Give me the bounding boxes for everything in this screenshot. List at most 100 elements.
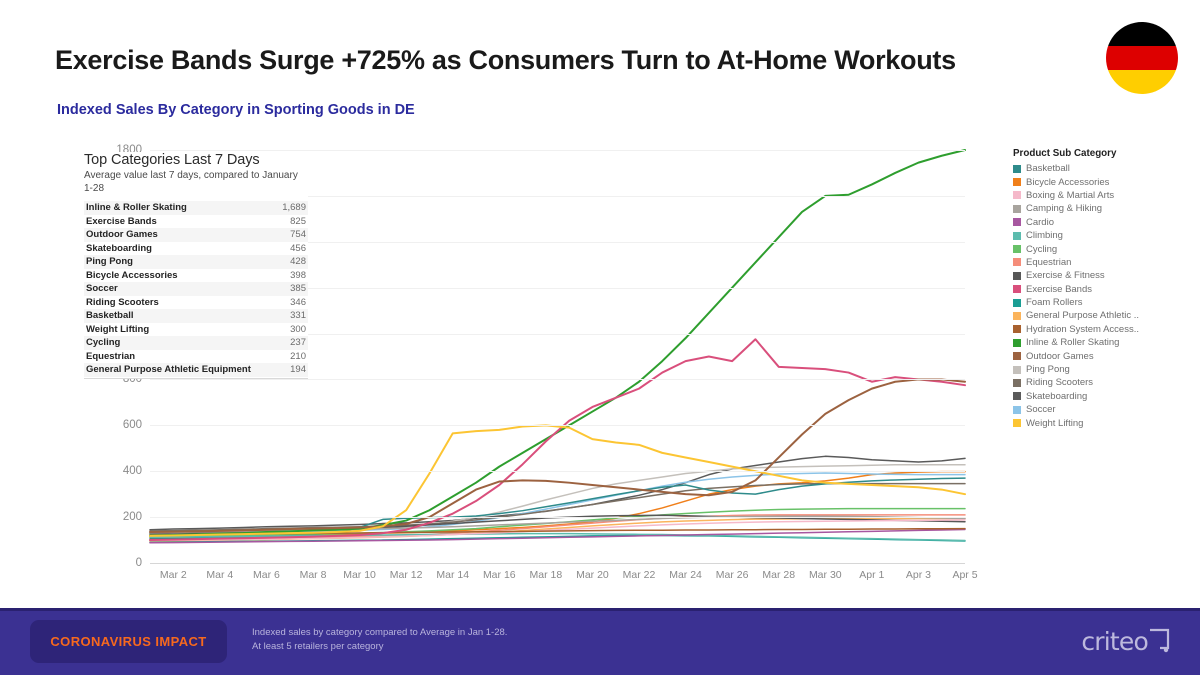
legend-item-label: Bicycle Accessories (1026, 177, 1109, 188)
legend-item[interactable]: Bicycle Accessories (1013, 175, 1198, 188)
table-row: Weight Lifting300 (84, 323, 308, 337)
legend-item[interactable]: Basketball (1013, 162, 1198, 175)
category-name: Inline & Roller Skating (84, 201, 276, 215)
legend-color-swatch (1013, 379, 1021, 387)
y-axis-tick-label: 200 (123, 511, 142, 523)
legend-color-swatch (1013, 366, 1021, 374)
table-row: Cycling237 (84, 336, 308, 350)
x-axis-tick-label: Mar 2 (160, 569, 187, 581)
legend-item-label: Riding Scooters (1026, 377, 1093, 388)
table-bottom-rule (84, 378, 308, 379)
legend-item-label: Skateboarding (1026, 391, 1087, 402)
legend-item[interactable]: Cardio (1013, 216, 1198, 229)
legend-item[interactable]: Climbing (1013, 229, 1198, 242)
y-axis-tick-label: 0 (136, 557, 142, 569)
category-name: Bicycle Accessories (84, 269, 276, 283)
legend-item-label: Foam Rollers (1026, 297, 1083, 308)
gridline (150, 471, 965, 472)
category-value: 210 (276, 350, 308, 364)
legend-item[interactable]: Exercise & Fitness (1013, 269, 1198, 282)
category-name: Outdoor Games (84, 228, 276, 242)
table-row: Bicycle Accessories398 (84, 269, 308, 283)
category-name: Equestrian (84, 350, 276, 364)
category-name: Basketball (84, 309, 276, 323)
y-axis-tick-label: 400 (123, 465, 142, 477)
legend-item[interactable]: Cycling (1013, 242, 1198, 255)
legend: Product Sub Category BasketballBicycle A… (1013, 148, 1198, 430)
footer-top-rule (0, 608, 1200, 611)
category-name: Soccer (84, 282, 276, 296)
category-value: 1,689 (276, 201, 308, 215)
legend-item-label: Exercise & Fitness (1026, 270, 1105, 281)
coronavirus-impact-label: CORONAVIRUS IMPACT (50, 634, 206, 649)
category-value: 300 (276, 323, 308, 337)
page-title: Exercise Bands Surge +725% as Consumers … (55, 45, 956, 76)
legend-color-swatch (1013, 339, 1021, 347)
footer-note: Indexed sales by category compared to Av… (252, 626, 507, 655)
legend-item[interactable]: Riding Scooters (1013, 376, 1198, 389)
coronavirus-impact-badge: CORONAVIRUS IMPACT (30, 620, 227, 663)
category-value: 385 (276, 282, 308, 296)
category-value: 456 (276, 242, 308, 256)
category-name: Weight Lifting (84, 323, 276, 337)
legend-item[interactable]: Inline & Roller Skating (1013, 336, 1198, 349)
x-axis-tick-label: Mar 30 (809, 569, 842, 581)
criteo-bracket-icon (1148, 628, 1170, 654)
footer-note-line-1: Indexed sales by category compared to Av… (252, 626, 507, 640)
category-name: Ping Pong (84, 255, 276, 269)
legend-item-label: Outdoor Games (1026, 351, 1094, 362)
legend-item[interactable]: Foam Rollers (1013, 296, 1198, 309)
category-name: Riding Scooters (84, 296, 276, 310)
legend-item[interactable]: Outdoor Games (1013, 349, 1198, 362)
legend-item[interactable]: General Purpose Athletic .. (1013, 309, 1198, 322)
x-axis-line (150, 563, 965, 564)
legend-item-label: Camping & Hiking (1026, 203, 1102, 214)
legend-item-label: Inline & Roller Skating (1026, 337, 1119, 348)
category-value: 194 (276, 363, 308, 377)
gridline (150, 150, 965, 151)
category-name: Exercise Bands (84, 215, 276, 229)
legend-color-swatch (1013, 325, 1021, 333)
legend-color-swatch (1013, 406, 1021, 414)
germany-flag-icon (1106, 22, 1178, 94)
footer-note-line-2: At least 5 retailers per category (252, 640, 507, 654)
table-row: Soccer385 (84, 282, 308, 296)
top-categories-card: Top Categories Last 7 Days Average value… (84, 152, 308, 379)
table-row: Skateboarding456 (84, 242, 308, 256)
legend-color-swatch (1013, 165, 1021, 173)
legend-item[interactable]: Exercise Bands (1013, 283, 1198, 296)
legend-item-label: Weight Lifting (1026, 418, 1083, 429)
x-axis-tick-label: Mar 22 (623, 569, 656, 581)
flag-band-gold (1106, 70, 1178, 94)
legend-color-swatch (1013, 258, 1021, 266)
legend-item[interactable]: Soccer (1013, 403, 1198, 416)
table-row: Riding Scooters346 (84, 296, 308, 310)
table-row: Exercise Bands825 (84, 215, 308, 229)
legend-item[interactable]: Boxing & Martial Arts (1013, 189, 1198, 202)
category-value: 754 (276, 228, 308, 242)
page-subtitle: Indexed Sales By Category in Sporting Go… (57, 102, 415, 118)
legend-item[interactable]: Hydration System Access.. (1013, 323, 1198, 336)
legend-item[interactable]: Weight Lifting (1013, 416, 1198, 429)
legend-item-label: Ping Pong (1026, 364, 1070, 375)
top-categories-title: Top Categories Last 7 Days (84, 152, 308, 168)
legend-item[interactable]: Camping & Hiking (1013, 202, 1198, 215)
category-name: Skateboarding (84, 242, 276, 256)
table-row: Ping Pong428 (84, 255, 308, 269)
category-value: 825 (276, 215, 308, 229)
flag-band-red (1106, 46, 1178, 70)
legend-item[interactable]: Ping Pong (1013, 363, 1198, 376)
x-axis-tick-label: Apr 5 (952, 569, 977, 581)
legend-color-swatch (1013, 272, 1021, 280)
x-axis-tick-label: Mar 24 (669, 569, 702, 581)
x-axis-tick-label: Mar 20 (576, 569, 609, 581)
legend-item[interactable]: Skateboarding (1013, 390, 1198, 403)
gridline (150, 379, 965, 380)
y-axis-tick-label: 600 (123, 419, 142, 431)
legend-item[interactable]: Equestrian (1013, 256, 1198, 269)
legend-color-swatch (1013, 205, 1021, 213)
x-axis-tick-label: Mar 28 (762, 569, 795, 581)
criteo-wordmark: criteo (1081, 629, 1148, 654)
x-axis-tick-label: Apr 1 (859, 569, 884, 581)
category-value: 346 (276, 296, 308, 310)
